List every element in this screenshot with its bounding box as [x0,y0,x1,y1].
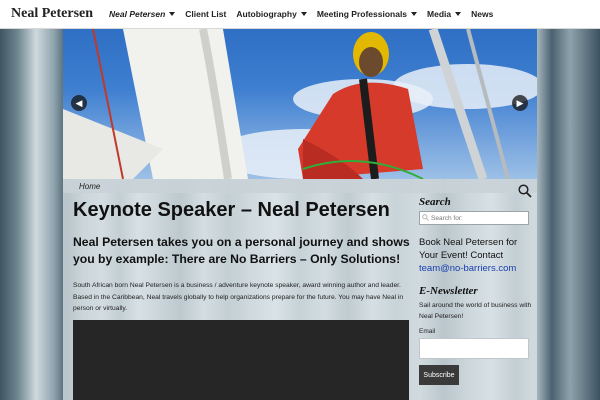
nav-item-label: Client List [185,9,227,19]
chevron-down-icon [169,12,176,16]
nav-item-neal-petersen[interactable]: Neal Petersen [109,9,176,19]
breadcrumb: Home [63,179,537,193]
intro-paragraph: South African born Neal Petersen is a bu… [73,282,404,312]
nav-item-client-list[interactable]: Client List [185,9,226,19]
nav-item-label: Media [427,9,452,19]
sidebar-search-heading: Search [419,196,451,208]
main-menu: Neal Petersen Client List Autobiography … [109,9,503,19]
slider-prev-button[interactable]: ◀ [71,95,87,111]
nav-item-label: Meeting Professionals [316,9,408,19]
nav-item-label: Autobiography [236,9,297,19]
nav-item-news[interactable]: News [471,9,493,19]
chevron-down-icon [411,12,418,16]
booking-text: Book Neal Petersen for Your Event! Conta… [419,237,518,261]
top-navigation: Neal Petersen Neal Petersen Client List … [0,0,600,29]
page-subheading: Neal Petersen takes you on a personal jo… [73,235,410,266]
breadcrumb-home[interactable]: Home [79,182,100,191]
site-brand[interactable]: Neal Petersen [11,6,93,22]
search-icon[interactable] [518,184,532,198]
chevron-down-icon [300,12,307,16]
nav-item-autobiography[interactable]: Autobiography [236,9,307,19]
chevron-left-icon: ◀ [75,97,83,108]
booking-callout: Book Neal Petersen for Your Event! Conta… [419,236,537,275]
video-player[interactable] [73,320,409,400]
sidebar-search-input[interactable] [419,211,529,225]
newsletter-heading: E-Newsletter [419,285,478,297]
nav-item-label: News [471,9,494,19]
nav-item-media[interactable]: Media [427,9,462,19]
email-label: Email [419,328,436,335]
page-title: Keynote Speaker – Neal Petersen [73,199,390,221]
search-icon [422,214,429,221]
nav-item-meeting-professionals[interactable]: Meeting Professionals [316,9,418,19]
hero-photo-sailor [63,29,510,179]
hero-slider: ◀ ▶ [63,29,537,179]
booking-email-link[interactable]: team@no-barriers.com [419,263,516,274]
slider-next-button[interactable]: ▶ [512,95,528,111]
email-field[interactable] [419,338,529,359]
subscribe-button[interactable]: Subscribe [419,365,459,385]
chevron-down-icon [455,12,462,16]
newsletter-description: Sail around the world of business with N… [419,302,532,320]
nav-item-label: Neal Petersen [109,9,166,19]
chevron-right-icon: ▶ [516,97,524,108]
